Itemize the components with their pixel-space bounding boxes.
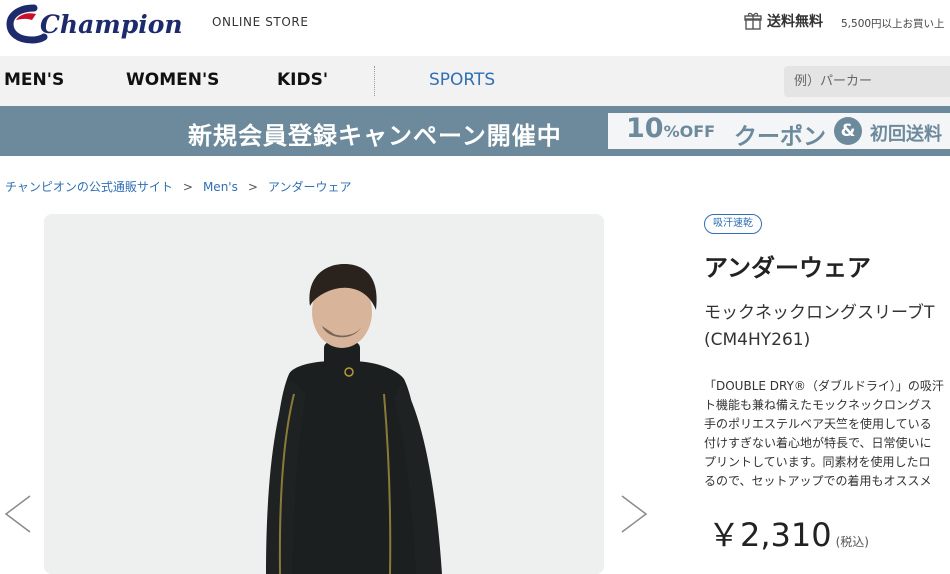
- description-line: 手のポリエステルベア天竺を使用している: [704, 417, 932, 431]
- chevron-right-icon[interactable]: [618, 494, 648, 534]
- champion-logo[interactable]: Champion: [4, 2, 204, 44]
- banner-coupon-label: クーポン: [734, 124, 826, 150]
- description-line: プリントしています。同素材を使用したロ: [704, 455, 931, 469]
- breadcrumb-separator: >: [182, 180, 193, 194]
- nav-item-kids[interactable]: KIDS': [277, 70, 328, 90]
- banner-ampersand: &: [834, 117, 862, 145]
- banner-first-shipping: 初回送料: [870, 124, 942, 145]
- product-name-line: モックネックロングスリーブT: [704, 303, 935, 323]
- free-shipping-label: 送料無料: [767, 14, 823, 30]
- nav-item-sports[interactable]: SPORTS: [429, 70, 495, 90]
- nav-item-mens[interactable]: MEN'S: [4, 70, 64, 90]
- free-shipping-condition: 5,500円以上お買い上: [841, 18, 945, 30]
- description-line: るので、セットアップでの着用もオススメ: [704, 474, 932, 488]
- feature-tag[interactable]: 吸汗速乾: [704, 214, 762, 234]
- price-tax-note: (税込): [835, 535, 869, 549]
- breadcrumb-underwear[interactable]: アンダーウェア: [268, 180, 352, 194]
- description-line: ト機能も兼ね備えたモックネックロングス: [704, 398, 933, 412]
- breadcrumb-mens[interactable]: Men's: [203, 180, 238, 194]
- site-header: Champion ONLINE STORE 送料無料 5,500円以上お買い上: [0, 0, 950, 56]
- breadcrumb: チャンピオンの公式通販サイト > Men's > アンダーウェア: [5, 178, 351, 195]
- campaign-banner[interactable]: 新規会員登録キャンペーン開催中 10%OFF クーポン & 初回送料: [0, 106, 950, 156]
- search-input[interactable]: [784, 66, 950, 97]
- product-description: 「DOUBLE DRY®（ダブルドライ）」の吸汗 ト機能も兼ね備えたモックネック…: [704, 377, 950, 491]
- product-image[interactable]: [44, 214, 604, 574]
- breadcrumb-home[interactable]: チャンピオンの公式通販サイト: [5, 180, 173, 194]
- main-nav: MEN'S WOMEN'S KIDS' SPORTS: [0, 56, 950, 106]
- banner-discount-unit: %OFF: [663, 122, 716, 141]
- product-name: モックネックロングスリーブT (CM4HY261): [704, 300, 934, 354]
- gift-icon: [744, 12, 762, 30]
- banner-offer-box: 10%OFF クーポン & 初回送料: [608, 113, 950, 150]
- logo-wordmark: Champion: [40, 10, 183, 39]
- nav-item-womens[interactable]: WOMEN'S: [126, 70, 219, 90]
- nav-divider: [374, 66, 375, 96]
- model-photo: [44, 214, 604, 574]
- product-code: (CM4HY261): [704, 330, 811, 350]
- description-line: 「DOUBLE DRY®（ダブルドライ）」の吸汗: [704, 379, 944, 393]
- breadcrumb-separator: >: [247, 180, 258, 194]
- description-line: 付けすぎない着心地が特長で、日常使いに: [704, 436, 932, 450]
- chevron-left-icon[interactable]: [4, 494, 34, 534]
- store-label: ONLINE STORE: [212, 15, 309, 29]
- banner-headline: 新規会員登録キャンペーン開催中: [188, 122, 562, 150]
- product-price: ￥2,310 (税込): [708, 510, 869, 556]
- banner-discount-value: 10: [626, 113, 664, 144]
- price-value: ￥2,310: [708, 516, 832, 554]
- product-category: アンダーウェア: [704, 254, 872, 282]
- banner-discount: 10%OFF: [626, 113, 715, 144]
